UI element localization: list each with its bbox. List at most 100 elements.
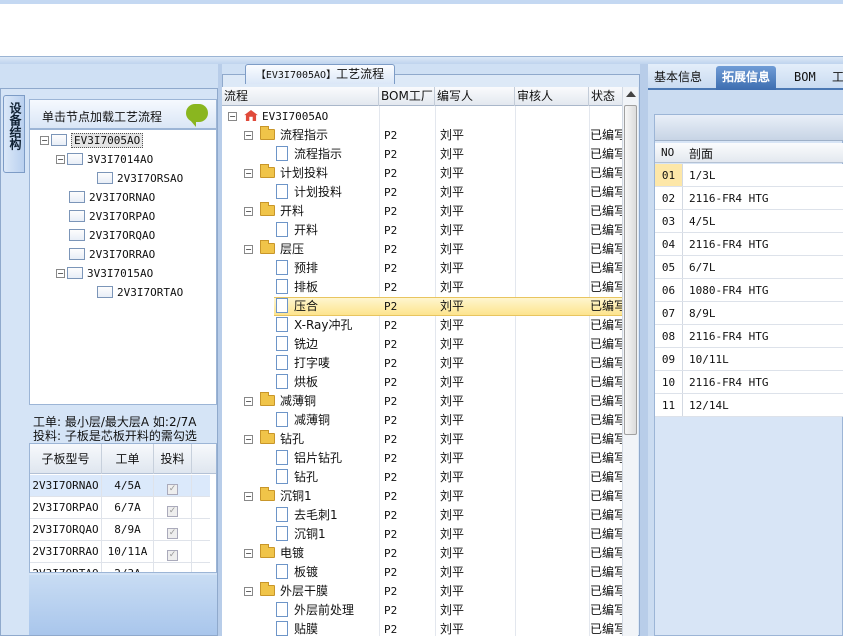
cell-writer: 刘平 [440,413,465,427]
col-header-reviewer[interactable]: 审核人 [515,87,589,106]
feed-checkbox[interactable]: ✓ [167,528,178,539]
table-row[interactable]: − 层压 P2 刘平 已编写 [222,240,622,259]
collapse-icon[interactable]: − [244,587,253,596]
tree-node[interactable]: 2V3I7ORTAO [84,283,183,301]
table-row[interactable]: 2V3I7ORPAO 6/7A ✓ [30,497,210,519]
tab-process[interactable]: 工 [832,66,843,90]
cell-model: 2V3I7ORTAO [30,563,102,572]
table-row[interactable]: − 沉铜1 P2 刘平 已编写 [222,487,622,506]
tree-root-row[interactable]: − EV3I7005AO [222,107,622,126]
document-icon [276,336,288,351]
feed-checkbox[interactable]: ✓ [167,572,178,573]
collapse-icon[interactable]: − [56,269,65,278]
table-row[interactable]: 预排 P2 刘平 已编写 [222,259,622,278]
table-row[interactable]: 铣边 P2 刘平 已编写 [222,335,622,354]
col-header-status[interactable]: 状态 [589,87,622,106]
tab-bom[interactable]: BOM [794,66,816,90]
tree-node[interactable]: − 3V3I7014AO [56,150,153,168]
table-row[interactable]: 2V3I7ORQAO 8/9A ✓ [30,519,210,541]
scroll-thumb[interactable] [624,105,637,435]
collapse-icon[interactable]: − [244,131,253,140]
table-row[interactable]: 板镀 P2 刘平 已编写 [222,563,622,582]
table-row[interactable]: 02 2116-FR4 HTG [655,187,843,210]
collapse-icon[interactable]: − [228,112,237,121]
collapse-icon[interactable]: − [244,207,253,216]
table-row[interactable]: − 电镀 P2 刘平 已编写 [222,544,622,563]
table-row[interactable]: 07 8/9L [655,302,843,325]
table-row[interactable]: − 减薄铜 P2 刘平 已编写 [222,392,622,411]
table-row[interactable]: − 外层干膜 P2 刘平 已编写 [222,582,622,601]
table-row[interactable]: 2V3I7ORNAO 4/5A ✓ [30,475,210,497]
table-row[interactable]: 2V3I7ORRAO 10/11A ✓ [30,541,210,563]
cell-writer: 刘平 [440,546,465,560]
table-row[interactable]: 03 4/5L [655,210,843,233]
feed-checkbox[interactable]: ✓ [167,550,178,561]
table-row[interactable]: 压合 P2 刘平 已编写 [222,297,622,316]
table-row[interactable]: 11 12/14L [655,394,843,417]
table-row[interactable]: 流程指示 P2 刘平 已编写 [222,145,622,164]
table-row[interactable]: 09 10/11L [655,348,843,371]
table-row[interactable]: X-Ray冲孔 P2 刘平 已编写 [222,316,622,335]
collapse-icon[interactable]: − [244,169,253,178]
table-row[interactable]: 计划投料 P2 刘平 已编写 [222,183,622,202]
tree-node[interactable]: 2V3I7ORRAO [56,245,155,263]
table-row[interactable]: 开料 P2 刘平 已编写 [222,221,622,240]
tree-node[interactable]: − 3V3I7015AO [56,264,153,282]
table-row[interactable]: 01 1/3L [655,164,843,187]
flow-label: X-Ray冲孔 [294,318,353,332]
cell-no: 01 [655,164,683,186]
collapse-icon[interactable]: − [56,155,65,164]
table-row[interactable]: − 开料 P2 刘平 已编写 [222,202,622,221]
collapse-icon[interactable]: − [244,549,253,558]
table-row[interactable]: 排板 P2 刘平 已编写 [222,278,622,297]
col-header-writer[interactable]: 编写人 [435,87,515,106]
col-header-flow[interactable]: 流程 [222,87,379,106]
table-row[interactable]: 外层前处理 P2 刘平 已编写 [222,601,622,620]
table-row[interactable]: 08 2116-FR4 HTG [655,325,843,348]
cell-status: 已编写 [590,318,622,332]
collapse-icon[interactable]: − [40,136,49,145]
collapse-icon[interactable]: − [244,245,253,254]
tree-node[interactable]: 2V3I7ORPAO [56,207,155,225]
table-row[interactable]: 减薄铜 P2 刘平 已编写 [222,411,622,430]
table-row[interactable]: 05 6/7L [655,256,843,279]
table-row[interactable]: 烘板 P2 刘平 已编写 [222,373,622,392]
table-row[interactable]: 打字唛 P2 刘平 已编写 [222,354,622,373]
table-row[interactable]: − 计划投料 P2 刘平 已编写 [222,164,622,183]
cell-feed: ✓ [154,563,192,573]
tree-node[interactable]: 2V3I7ORSAO [84,169,183,187]
collapse-icon[interactable]: − [244,435,253,444]
process-flow-title[interactable]: 【EV3I7005AO】工艺流程 [245,64,395,84]
tree-node[interactable]: 2V3I7ORNAO [56,188,155,206]
table-row[interactable]: 去毛刺1 P2 刘平 已编写 [222,506,622,525]
feed-checkbox[interactable]: ✓ [167,506,178,517]
collapse-icon[interactable]: − [244,397,253,406]
cell-no: 10 [655,371,683,393]
device-structure-tab[interactable]: 设备结构 [3,95,25,173]
table-row[interactable]: − 钻孔 P2 刘平 已编写 [222,430,622,449]
col-header-order[interactable]: 工单 [102,444,154,474]
col-header-bom-factory[interactable]: BOM工厂 [379,87,435,106]
right-splitter[interactable] [640,64,648,636]
table-row[interactable]: 沉铜1 P2 刘平 已编写 [222,525,622,544]
table-row[interactable]: − 流程指示 P2 刘平 已编写 [222,126,622,145]
table-row[interactable]: 铝片钻孔 P2 刘平 已编写 [222,449,622,468]
col-header-section[interactable]: 剖面 [689,145,713,162]
col-header-no[interactable]: NO [661,146,674,159]
process-grid-scrollbar[interactable] [622,87,638,636]
tab-basic-info[interactable]: 基本信息 [654,66,702,90]
tab-extended-info[interactable]: 拓展信息 [716,66,777,90]
table-row[interactable]: 贴膜 P2 刘平 已编写 [222,620,622,636]
feed-checkbox[interactable]: ✓ [167,484,178,495]
table-row[interactable]: 钻孔 P2 刘平 已编写 [222,468,622,487]
table-row[interactable]: 10 2116-FR4 HTG [655,371,843,394]
collapse-icon[interactable]: − [244,492,253,501]
tree-node[interactable]: 2V3I7ORQAO [56,226,155,244]
scroll-up-arrow-icon[interactable] [626,91,636,97]
table-row[interactable]: 06 1080-FR4 HTG [655,279,843,302]
col-header-model[interactable]: 子板型号 [30,444,102,474]
table-row[interactable]: 2V3I7ORTAO2/3A ✓ [30,563,210,573]
col-header-feed[interactable]: 投料 [154,444,192,474]
table-row[interactable]: 04 2116-FR4 HTG [655,233,843,256]
tree-node[interactable]: − EV3I7005AO [40,131,144,149]
